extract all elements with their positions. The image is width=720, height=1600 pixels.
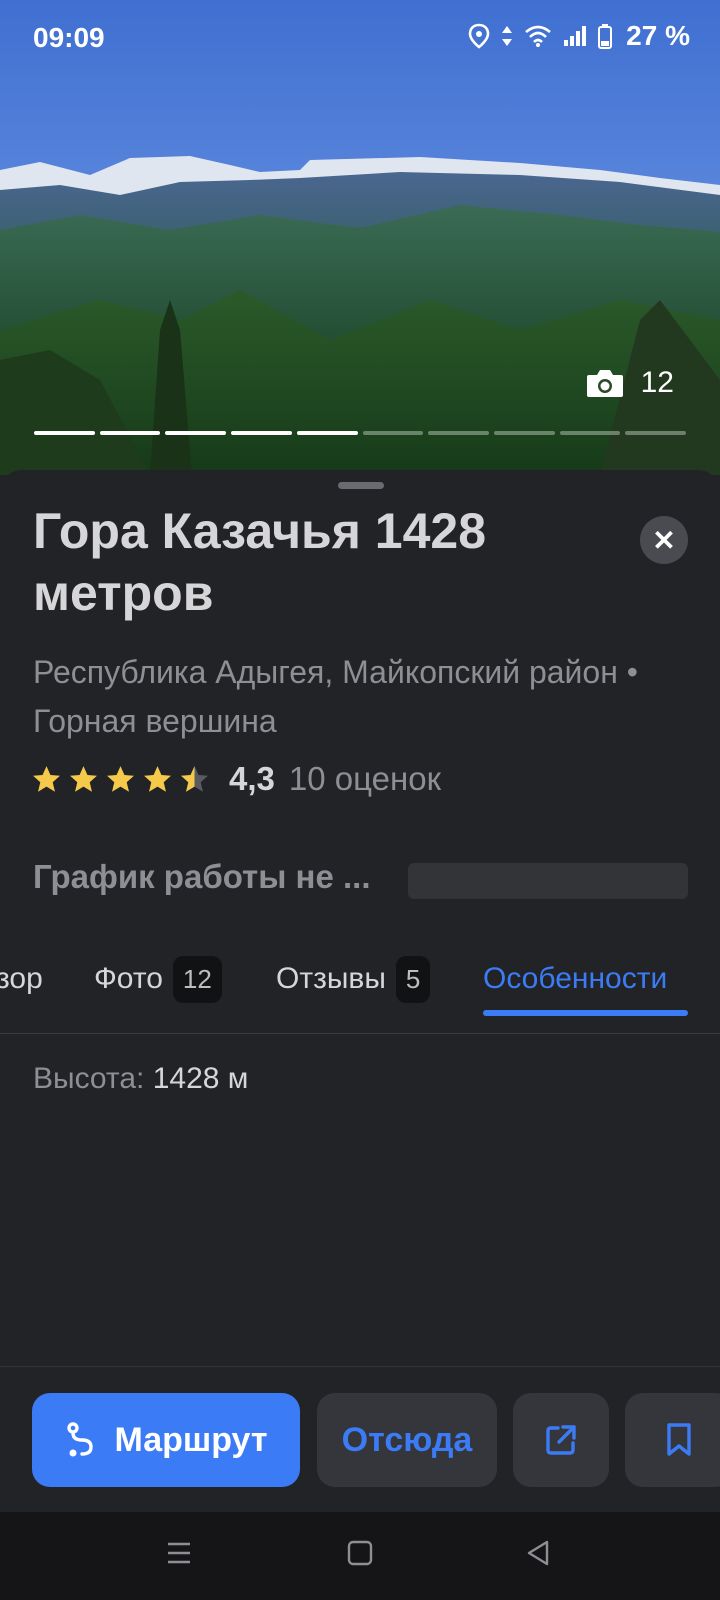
camera-icon (586, 370, 623, 397)
close-icon: ✕ (652, 524, 676, 556)
pager-segment (231, 431, 292, 435)
status-bar: 09:09 27 % (0, 0, 720, 64)
working-hours[interactable]: График работы не ... (33, 858, 371, 896)
route-icon (67, 1422, 94, 1457)
status-time: 09:09 (33, 22, 105, 53)
tab-badge: 5 (395, 955, 431, 1003)
pager-segment (34, 431, 95, 435)
battery-percent: 27 % (626, 20, 690, 51)
pager-segment (428, 431, 489, 435)
share-icon (546, 1425, 576, 1455)
divider (0, 1033, 720, 1034)
bookmark-icon (667, 1423, 691, 1456)
wifi-icon (525, 25, 552, 47)
pager-segment (165, 431, 227, 435)
close-button[interactable]: ✕ (640, 516, 688, 564)
share-button[interactable] (513, 1393, 609, 1487)
route-button-label: Маршрут (114, 1420, 268, 1459)
rating-stars (30, 764, 211, 794)
pager-segment (99, 431, 161, 435)
place-subtitle: Республика Адыгея, Майкопский район • Го… (33, 654, 638, 739)
signal-icon (564, 26, 587, 46)
pager-segment (493, 431, 555, 435)
hours-placeholder (408, 863, 688, 899)
tab-badge: 12 (172, 955, 222, 1003)
place-title: Гора Казачья 1428 метров (33, 503, 487, 621)
tab-label: Отзывы (276, 962, 386, 995)
tab-reviews[interactable]: Отзывы 5 (276, 954, 431, 1004)
home-icon[interactable] (347, 1540, 373, 1566)
star-icon (107, 766, 134, 792)
bookmark-button[interactable] (625, 1393, 720, 1487)
from-here-label: Отсюда (341, 1420, 473, 1459)
tab-label: Особенности (483, 962, 668, 995)
feature-label: Высота: (33, 1062, 145, 1095)
tab-photos[interactable]: Фото 12 (94, 954, 222, 1004)
pager-segment (625, 431, 687, 435)
back-icon[interactable] (525, 1540, 551, 1566)
photo-pager-indicator (34, 431, 687, 435)
system-nav-bar (0, 1512, 720, 1600)
drag-handle[interactable] (338, 482, 384, 489)
photo-count-label: 12 (640, 366, 674, 399)
star-icon (33, 766, 60, 792)
tabs-bar: зор Фото 12 Отзывы 5 Особенности (0, 954, 720, 1032)
rating-count: 10 оценок (288, 760, 442, 797)
rating-value: 4,3 (229, 760, 275, 797)
star-icon (70, 766, 97, 792)
tab-overview[interactable]: зор (0, 954, 43, 1004)
place-card-sheet[interactable]: Гора Казачья 1428 метров ✕ Республика Ад… (0, 470, 720, 1512)
action-bar: Маршрут Отсюда (0, 1366, 720, 1513)
tab-label: зор (0, 962, 43, 995)
star-icon (181, 766, 208, 792)
recent-apps-icon[interactable] (166, 1540, 192, 1566)
mountain-photo-image (0, 0, 720, 475)
pager-segment (362, 431, 424, 435)
star-icon (144, 766, 171, 792)
tab-features[interactable]: Особенности (483, 954, 667, 1004)
data-transfer-icon (502, 26, 513, 46)
active-tab-indicator (483, 1010, 688, 1016)
location-icon (468, 23, 490, 49)
route-button[interactable]: Маршрут (32, 1393, 300, 1487)
photo-count: 12 (585, 366, 674, 400)
battery-icon (598, 24, 613, 49)
rating-row[interactable]: 4,3 10 оценок (30, 760, 441, 798)
feature-value: 1428 м (152, 1062, 249, 1095)
feature-height: Высота: 1428 м (33, 1062, 248, 1096)
pager-segment (559, 431, 621, 435)
place-photo[interactable]: 12 (0, 0, 720, 475)
pager-segment (296, 431, 358, 435)
from-here-button[interactable]: Отсюда (317, 1393, 497, 1487)
tab-label: Фото (94, 962, 163, 995)
